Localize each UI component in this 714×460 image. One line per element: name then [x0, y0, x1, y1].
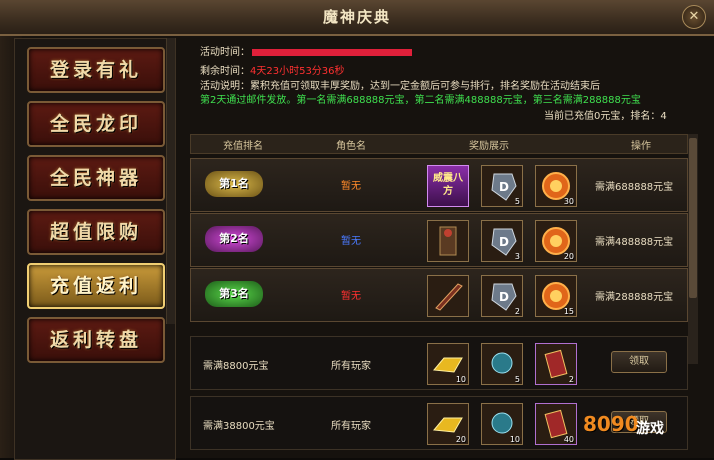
- item-slot-rune[interactable]: D 5: [481, 165, 523, 207]
- remain-time-label: 剩余时间：: [200, 66, 250, 77]
- title-item-label: 威震八方: [433, 173, 463, 197]
- desc-text-1: 累积充值可领取丰厚奖励，达到一定金额后可参与排行，排名奖励在活动结束后: [250, 81, 600, 92]
- claim-button-1[interactable]: 领取: [611, 351, 667, 373]
- armor-icon: [439, 226, 457, 256]
- item-count: 10: [509, 435, 520, 444]
- item-slot-orb[interactable]: 20: [535, 220, 577, 262]
- sidebar-item-artifact[interactable]: 全民神器: [27, 155, 165, 201]
- item-slot-scroll[interactable]: 2: [535, 343, 577, 385]
- sidebar-scrollbar[interactable]: [166, 38, 175, 324]
- header-action: 操作: [631, 141, 651, 152]
- table-scrollbar[interactable]: [688, 134, 698, 364]
- svg-text:D: D: [499, 290, 509, 304]
- svg-text:D: D: [499, 235, 509, 249]
- rank-medal-1: 第1名: [205, 171, 263, 197]
- item-count: 2: [514, 307, 520, 316]
- svg-text:D: D: [499, 180, 509, 194]
- activity-info: 活动时间： 剩余时间：4天23小时53分36秒 活动说明：累积充值可领取丰厚奖励…: [188, 38, 708, 130]
- item-slot-gold[interactable]: 20: [427, 403, 469, 445]
- game-window: 魔神庆典 ✕ 登录有礼 全民龙印 全民神器 超值限购 充值返利 返利转盘 活动时…: [0, 0, 714, 460]
- reward-requirement-2: 需满38800元宝: [203, 421, 275, 432]
- window-title: 魔神庆典: [322, 8, 391, 26]
- title-item-slot[interactable]: 威震八方: [427, 165, 469, 207]
- reward-row-1: 需满8800元宝 所有玩家 10 5 2 领取: [190, 336, 688, 390]
- sidebar-item-dragon-seal[interactable]: 全民龙印: [27, 101, 165, 147]
- item-slot-gem[interactable]: 10: [481, 403, 523, 445]
- item-slot-rune[interactable]: D 3: [481, 220, 523, 262]
- sidebar-item-login-gift[interactable]: 登录有礼: [27, 47, 165, 93]
- scroll-thumb[interactable]: [689, 138, 697, 298]
- watermark-brand: 8090: [583, 412, 639, 436]
- item-count: 10: [455, 375, 466, 384]
- rank-medal-2: 第2名: [205, 226, 263, 252]
- rank-requirement-3: 需满288888元宝: [595, 292, 674, 303]
- role-name-3: 暂无: [341, 291, 361, 302]
- item-count: 3: [514, 252, 520, 261]
- sidebar-item-recharge-rebate[interactable]: 充值返利: [27, 263, 165, 309]
- desc-label: 活动说明：: [200, 81, 250, 92]
- sidebar-item-limited-buy[interactable]: 超值限购: [27, 209, 165, 255]
- rank-row-3: 第3名 暂无 D 2 15 需满288888元宝: [190, 268, 688, 322]
- item-slot-weapon[interactable]: [427, 275, 469, 317]
- role-name-1: 暂无: [341, 181, 361, 192]
- item-count: 30: [563, 197, 574, 206]
- watermark-suffix: 游戏: [636, 421, 664, 437]
- item-count: 5: [514, 197, 520, 206]
- recharge-status: 当前已充值0元宝，排名：4: [544, 111, 667, 122]
- sidebar: 登录有礼 全民龙印 全民神器 超值限购 充值返利 返利转盘: [14, 38, 176, 460]
- remain-time-row: 剩余时间：4天23小时53分36秒: [200, 65, 345, 78]
- item-count: 5: [514, 375, 520, 384]
- header-reward: 奖励展示: [469, 141, 509, 152]
- remain-time-value: 4天23小时53分36秒: [250, 66, 345, 77]
- rank-requirement-2: 需满488888元宝: [595, 237, 674, 248]
- header-role: 角色名: [336, 141, 366, 152]
- item-slot-orb[interactable]: 15: [535, 275, 577, 317]
- title-bar: 魔神庆典 ✕: [0, 0, 714, 36]
- sidebar-item-rebate-wheel[interactable]: 返利转盘: [27, 317, 165, 363]
- item-slot-gold[interactable]: 10: [427, 343, 469, 385]
- sword-icon: [435, 283, 463, 311]
- item-slot-rune[interactable]: D 2: [481, 275, 523, 317]
- item-slot-gem[interactable]: 5: [481, 343, 523, 385]
- rank-medal-3: 第3名: [205, 281, 263, 307]
- activity-time-redacted: [252, 48, 412, 56]
- rank-requirement-1: 需满688888元宝: [595, 182, 674, 193]
- rank-row-2: 第2名 暂无 D 3 20 需满488888元宝: [190, 213, 688, 267]
- item-count: 2: [568, 375, 574, 384]
- activity-time-label: 活动时间：: [200, 47, 250, 58]
- item-slot-orb[interactable]: 30: [535, 165, 577, 207]
- role-name-2: 暂无: [341, 236, 361, 247]
- item-slot-scroll[interactable]: 40: [535, 403, 577, 445]
- item-slot-armor[interactable]: [427, 220, 469, 262]
- item-count: 20: [455, 435, 466, 444]
- table-header: 充值排名 角色名 奖励展示 操作: [190, 134, 688, 154]
- header-rank: 充值排名: [223, 141, 263, 152]
- close-icon[interactable]: ✕: [682, 5, 706, 29]
- item-count: 40: [563, 435, 574, 444]
- rank-row-1: 第1名 暂无 威震八方 D 5 30 需满688888元宝: [190, 158, 688, 212]
- main-content: 活动时间： 剩余时间：4天23小时53分36秒 活动说明：累积充值可领取丰厚奖励…: [188, 38, 714, 458]
- reward-requirement-1: 需满8800元宝: [203, 361, 269, 372]
- desc-row: 活动说明：累积充值可领取丰厚奖励，达到一定金额后可参与排行，排名奖励在活动结束后: [200, 80, 600, 93]
- desc-text-2: 第2天通过邮件发放。第一名需满688888元宝，第二名需满488888元宝，第三…: [200, 95, 641, 106]
- reward-target-2: 所有玩家: [331, 421, 371, 432]
- item-count: 20: [563, 252, 574, 261]
- activity-time-row: 活动时间：: [200, 46, 412, 59]
- item-count: 15: [563, 307, 574, 316]
- reward-target-1: 所有玩家: [331, 361, 371, 372]
